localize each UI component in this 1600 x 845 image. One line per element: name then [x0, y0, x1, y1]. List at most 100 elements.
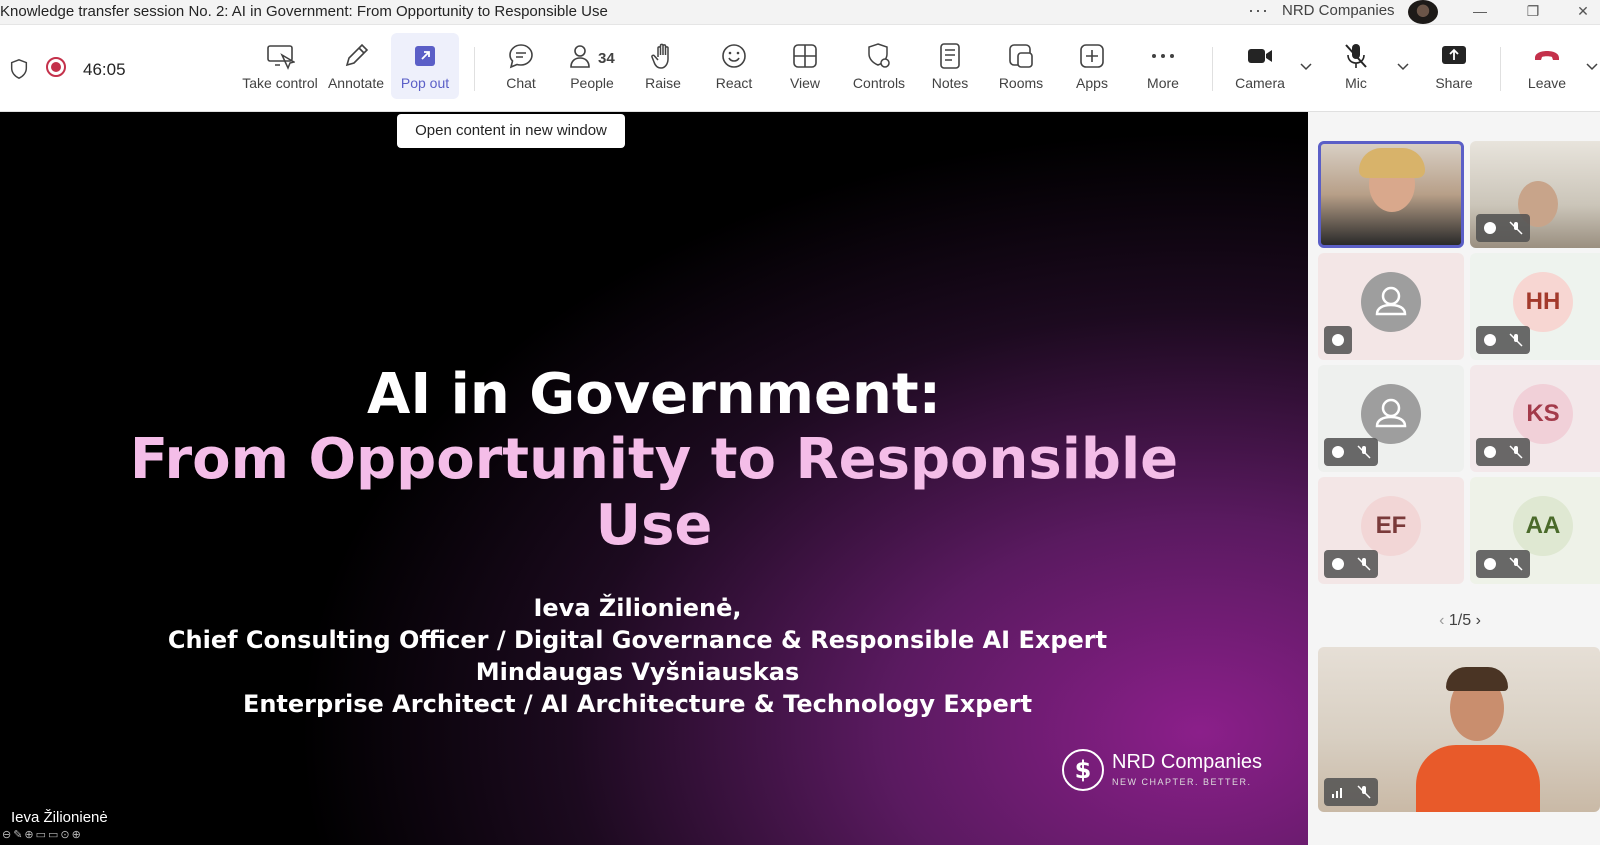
presenter-2-role: Enterprise Architect / AI Architecture &… [242, 690, 1033, 718]
slide-title: AI in Government: [367, 362, 941, 427]
participant-status-badges [1476, 214, 1530, 242]
gallery-pager: ‹ 1/5 › [1420, 612, 1500, 630]
participant-initials-avatar: HH [1513, 272, 1573, 333]
camera-button[interactable]: Camera [1223, 33, 1297, 99]
participant-status-badges [1476, 550, 1530, 578]
more-button[interactable]: More [1127, 33, 1199, 99]
muted-mic-icon [1356, 784, 1372, 800]
toolbar-divider [474, 47, 475, 91]
annotate-button[interactable]: Annotate [320, 33, 392, 99]
toolbar-divider [1212, 47, 1213, 91]
rooms-button[interactable]: Rooms [985, 33, 1057, 99]
people-button[interactable]: 34 People [556, 33, 628, 99]
nrd-logo: $ NRD Companies NEW CHAPTER. BETTER. [1062, 749, 1282, 799]
participant-status-badges [1324, 778, 1378, 806]
raised-hand-icon [1482, 444, 1498, 460]
muted-mic-icon [1508, 556, 1524, 572]
participant-status-badges [1324, 438, 1378, 466]
presenter-2-name: Mindaugas Vyšniauskas [475, 658, 800, 686]
camera-label: Camera [1235, 75, 1285, 91]
minimize-button[interactable]: — [1465, 0, 1495, 24]
raise-hand-button[interactable]: Raise [627, 33, 699, 99]
default-avatar-icon [1361, 384, 1421, 445]
notes-label: Notes [931, 75, 969, 91]
window-titlebar: Knowledge transfer session No. 2: AI in … [0, 0, 1600, 25]
hand-icon [651, 43, 669, 69]
participant-tile[interactable]: HH [1470, 253, 1600, 360]
take-control-button[interactable]: Take control [240, 33, 320, 99]
notes-button[interactable]: Notes [914, 33, 986, 99]
participant-hair [1359, 148, 1425, 178]
shared-content-stage[interactable]: AI in Government: From Opportunity to Re… [0, 112, 1308, 845]
signal-bars-icon [1330, 784, 1346, 800]
participant-shirt [1416, 745, 1540, 812]
take-control-label: Take control [242, 75, 318, 91]
pager-prev-button[interactable]: ‹ [1439, 612, 1444, 629]
share-icon [1442, 46, 1466, 64]
default-avatar-icon [1361, 272, 1421, 333]
participant-tile[interactable]: EF [1318, 477, 1464, 584]
user-avatar[interactable] [1408, 0, 1438, 24]
recording-indicator [46, 57, 66, 77]
pen-icon [345, 43, 369, 67]
muted-mic-icon [1508, 444, 1524, 460]
view-label: View [789, 75, 821, 91]
window-more-button[interactable]: ··· [1248, 0, 1269, 21]
presenter-1-name: Ieva Žilionienė, [533, 594, 742, 622]
participant-tile-video[interactable] [1470, 141, 1600, 248]
close-button[interactable]: ✕ [1568, 0, 1598, 24]
view-button[interactable]: View [769, 33, 841, 99]
people-label: People [570, 75, 614, 91]
grid-view-icon [793, 44, 817, 68]
slide-mini-toolbar[interactable]: ⊖✎⊕▭▭⊙⊕ [2, 828, 83, 841]
controls-button[interactable]: Controls [840, 33, 918, 99]
annotate-label: Annotate [327, 75, 385, 91]
leave-button[interactable]: Leave [1511, 33, 1583, 99]
participant-hair [1446, 667, 1508, 691]
camera-icon [1248, 49, 1272, 63]
window-title: Knowledge transfer session No. 2: AI in … [0, 3, 608, 20]
participant-tile[interactable]: KS [1470, 365, 1600, 472]
share-button[interactable]: Share [1418, 33, 1490, 99]
apps-button[interactable]: Apps [1056, 33, 1128, 99]
participant-tile[interactable] [1318, 365, 1464, 472]
meeting-toolbar: 46:05 Take control Annotate Pop out Chat… [0, 25, 1600, 112]
mic-button[interactable]: Mic [1320, 33, 1392, 99]
logo-name: NRD Companies [1112, 751, 1263, 773]
more-dots-icon [1152, 54, 1174, 58]
presenter-1-role: Chief Consulting Officer / Digital Gover… [167, 626, 1108, 654]
pop-out-tooltip: Open content in new window [397, 114, 625, 148]
mic-options-chevron-icon[interactable] [1396, 60, 1410, 74]
react-button[interactable]: React [698, 33, 770, 99]
pop-out-button[interactable]: Pop out [391, 33, 459, 99]
camera-options-chevron-icon[interactable] [1299, 60, 1313, 74]
raised-hand-icon [1482, 556, 1498, 572]
muted-mic-icon [1508, 220, 1524, 236]
participant-status-badges [1324, 326, 1352, 354]
chat-button[interactable]: Chat [485, 33, 557, 99]
more-label: More [1147, 75, 1179, 91]
restore-button[interactable]: ❐ [1518, 0, 1548, 24]
participant-gallery: HH KS EF AA ‹ 1/5 › [1308, 112, 1600, 845]
rooms-icon [1009, 44, 1033, 68]
self-video-tile[interactable] [1318, 647, 1600, 812]
rooms-label: Rooms [998, 75, 1044, 91]
participant-initials-avatar: EF [1361, 496, 1421, 557]
apps-label: Apps [1076, 75, 1108, 91]
react-label: React [715, 75, 753, 91]
pager-next-button[interactable]: › [1476, 612, 1481, 629]
participant-tile[interactable]: AA [1470, 477, 1600, 584]
share-label: Share [1435, 75, 1473, 91]
participant-status-badges [1324, 550, 1378, 578]
participant-tile-video[interactable] [1318, 141, 1464, 248]
org-name[interactable]: NRD Companies [1282, 2, 1395, 19]
people-count: 34 [598, 50, 615, 67]
leave-options-chevron-icon[interactable] [1585, 60, 1599, 74]
chat-icon [509, 44, 533, 69]
participant-tile[interactable] [1318, 253, 1464, 360]
notes-icon [940, 43, 960, 69]
logo-tagline: NEW CHAPTER. BETTER. [1112, 777, 1252, 787]
leave-label: Leave [1527, 75, 1567, 91]
muted-mic-icon [1356, 556, 1372, 572]
shield-icon[interactable] [8, 57, 30, 81]
